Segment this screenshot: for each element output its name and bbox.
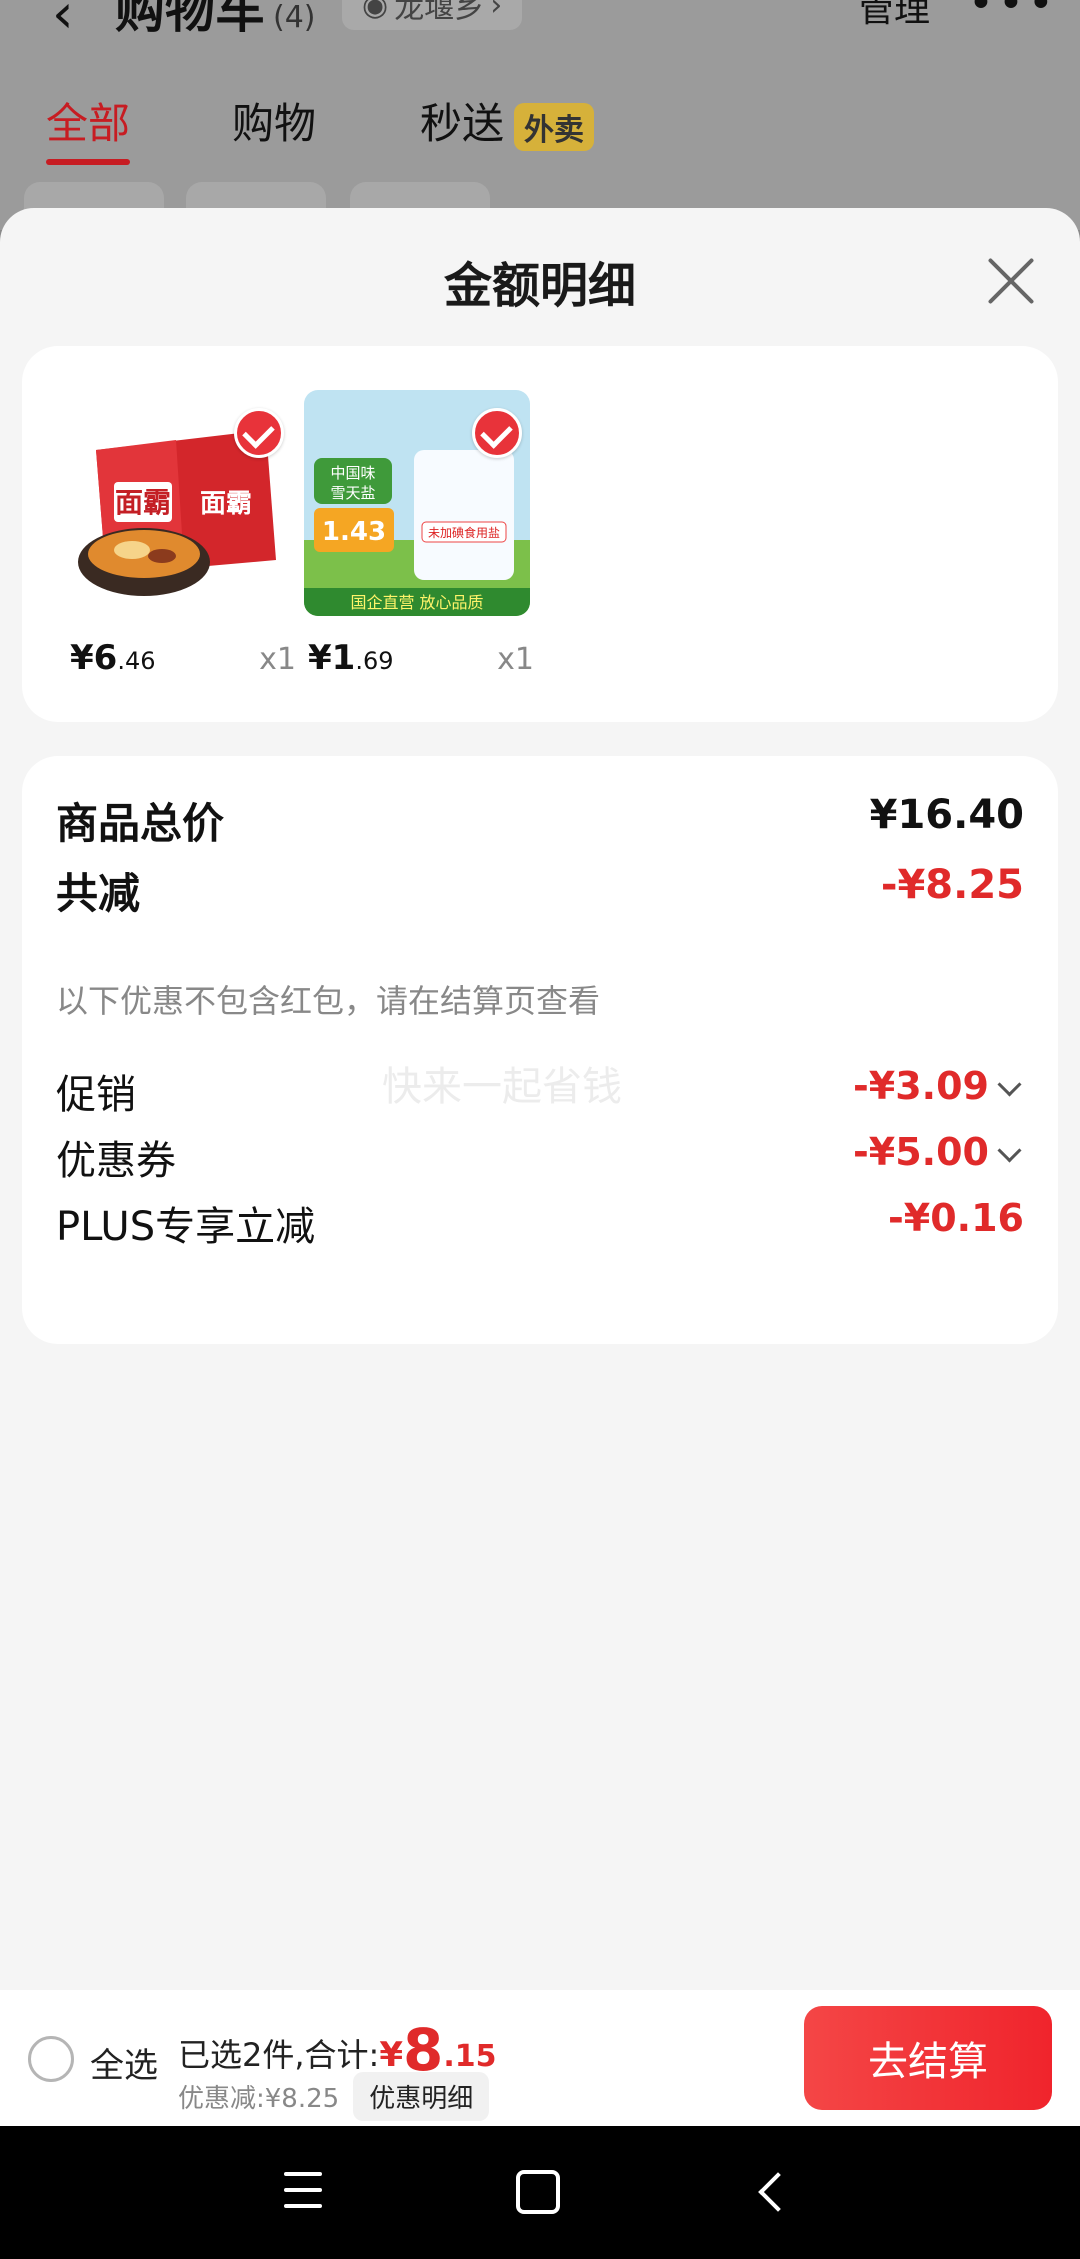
total-value: ¥16.40 — [869, 792, 1024, 838]
total-label: 商品总价 — [56, 799, 225, 848]
location-selector[interactable]: ◉ 龙堰乡 › — [342, 0, 523, 30]
recent-apps-icon[interactable] — [284, 2172, 322, 2212]
select-all-label[interactable]: 全选 — [90, 2038, 158, 2087]
product-price: ¥1.69 — [308, 638, 394, 678]
cart-tabs: 全部 购物 秒送 外卖 — [0, 90, 1080, 165]
system-navigation-bar — [0, 2126, 1080, 2259]
reduce-label: 共减 — [56, 869, 141, 918]
promotion-row[interactable]: -¥3.09 — [853, 1064, 1022, 1108]
home-icon[interactable] — [516, 2170, 560, 2214]
reduce-value: -¥8.25 — [880, 862, 1024, 908]
product-quantity: x1 — [259, 642, 296, 677]
chevron-down-icon — [997, 1138, 1022, 1163]
cart-title: 购物车 (4) — [115, 0, 316, 39]
svg-text:中国味: 中国味 — [330, 464, 375, 482]
plus-discount-label: PLUS专享立减 — [56, 1204, 316, 1250]
svg-text:1.43: 1.43 — [322, 517, 386, 547]
selected-check-icon[interactable] — [234, 408, 284, 458]
product-quantity: x1 — [497, 642, 534, 677]
sheet-title: 金额明细 — [443, 258, 636, 314]
manage-button[interactable]: 管理 — [858, 0, 930, 32]
checkout-button[interactable]: 去结算 — [804, 2006, 1052, 2110]
selected-products-card: 面霸 面霸 ¥6.46 x1 中国味 雪天盐 1.43 未加碘食用盐 国企直营 … — [22, 346, 1058, 722]
svg-text:未加碘食用盐: 未加碘食用盐 — [428, 525, 500, 540]
coupon-label: 优惠券 — [56, 1138, 176, 1184]
svg-text:面霸: 面霸 — [115, 486, 171, 519]
tab-shopping[interactable]: 购物 — [232, 90, 316, 151]
checkout-bar: 全选 已选2件,合计:¥8.15 优惠减:¥8.25 优惠明细 去结算 — [0, 1990, 1080, 2126]
chevron-down-icon — [997, 1072, 1022, 1097]
svg-text:雪天盐: 雪天盐 — [330, 484, 375, 502]
tab-instant-delivery[interactable]: 秒送 外卖 — [420, 90, 595, 151]
select-all-radio[interactable] — [28, 2036, 74, 2082]
discount-detail-button[interactable]: 优惠明细 — [353, 2072, 490, 2121]
discount-note: 以下优惠不包含红包，请在结算页查看 — [56, 982, 601, 1020]
svg-text:面霸: 面霸 — [200, 489, 252, 519]
eye-icon: ◉ — [362, 0, 389, 23]
price-breakdown-card: 商品总价 ¥16.40 共减 -¥8.25 以下优惠不包含红包，请在结算页查看 … — [22, 756, 1058, 1344]
product-price: ¥6.46 — [70, 638, 156, 678]
close-icon[interactable] — [986, 256, 1036, 306]
amount-detail-sheet: 金额明细 面霸 面霸 ¥6.46 x1 中国味 雪天盐 1.43 未加碘食用盐 … — [0, 208, 1080, 2128]
watermark-text: 快来一起省钱 — [382, 1064, 622, 1110]
takeout-badge: 外卖 — [514, 102, 595, 151]
back-icon[interactable] — [758, 2172, 798, 2212]
cart-header-background: ‹ 购物车 (4) ◉ 龙堰乡 › 管理 ••• 全部 购物 秒送 外卖 — [0, 0, 1080, 252]
promotion-label: 促销 — [56, 1072, 136, 1118]
back-icon[interactable]: ‹ — [52, 0, 74, 45]
discount-line: 优惠减:¥8.25 优惠明细 — [178, 2072, 490, 2121]
coupon-row[interactable]: -¥5.00 — [853, 1130, 1022, 1174]
tab-all[interactable]: 全部 — [46, 90, 131, 165]
chevron-right-icon: › — [490, 0, 503, 23]
svg-text:国企直营 放心品质: 国企直营 放心品质 — [350, 593, 483, 612]
selected-check-icon[interactable] — [472, 408, 522, 458]
more-icon[interactable]: ••• — [968, 0, 1058, 29]
plus-discount-value: -¥0.16 — [888, 1196, 1024, 1240]
